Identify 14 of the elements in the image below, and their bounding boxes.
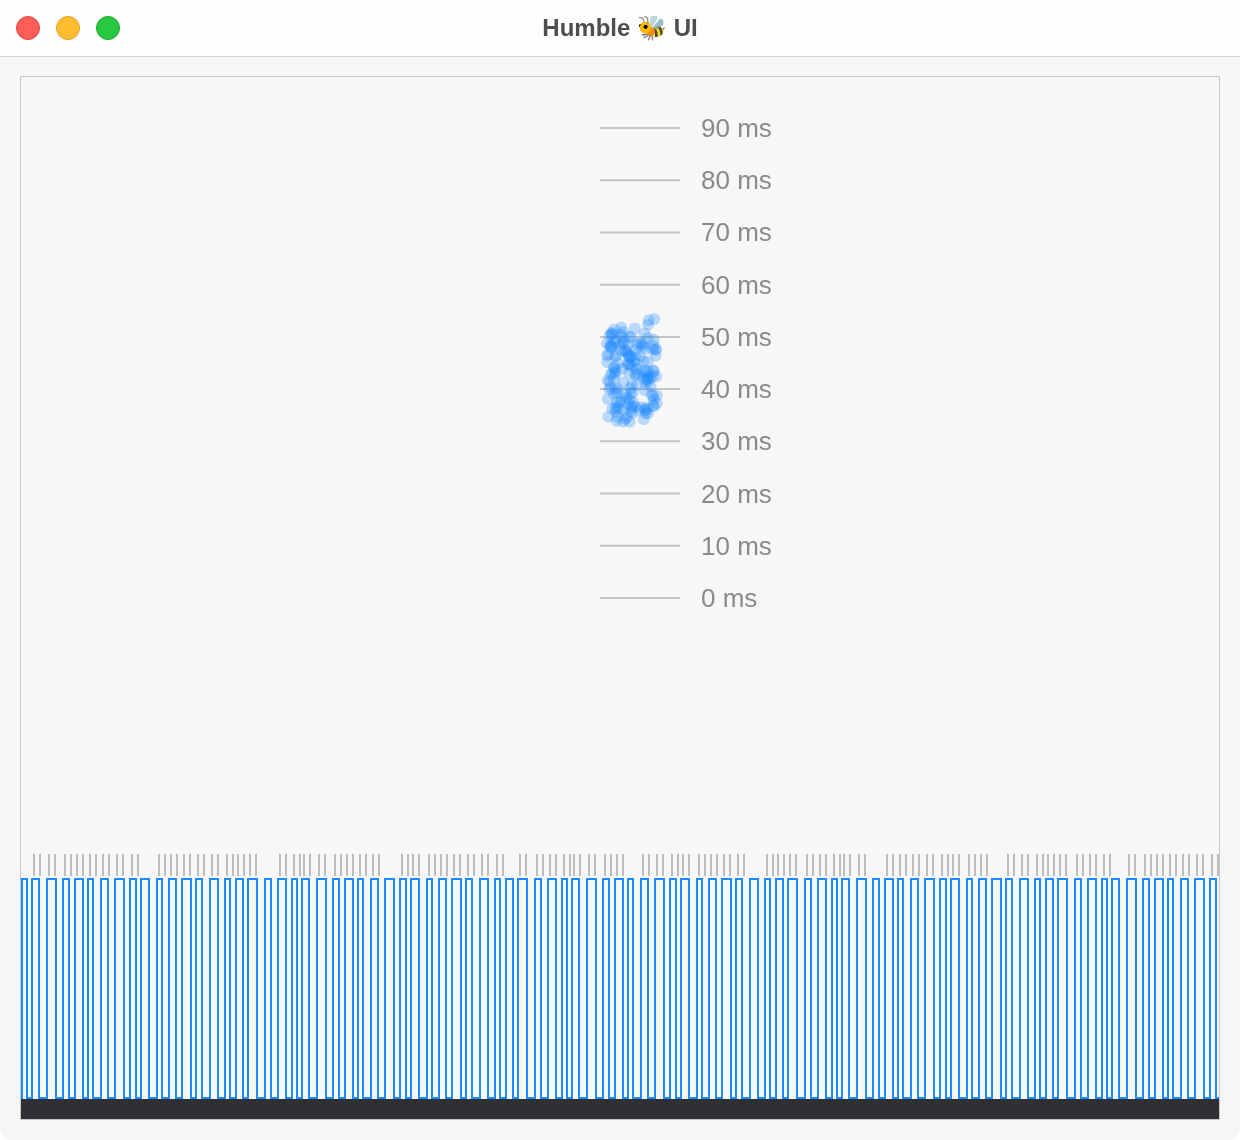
axis-label: 20 ms bbox=[701, 478, 772, 509]
window-title: Humble 🐝 UI bbox=[542, 14, 698, 42]
axis-label: 90 ms bbox=[701, 113, 772, 143]
close-button[interactable] bbox=[16, 16, 40, 40]
axis-label: 0 ms bbox=[701, 583, 758, 613]
zoom-button[interactable] bbox=[96, 16, 120, 40]
axis-label: 60 ms bbox=[701, 269, 772, 300]
minimize-button[interactable] bbox=[56, 16, 80, 40]
axis-label: 70 ms bbox=[701, 217, 772, 248]
axis-label: 30 ms bbox=[701, 426, 772, 457]
axis-label: 50 ms bbox=[701, 321, 772, 352]
axis-label: 80 ms bbox=[701, 165, 772, 196]
axis-label: 40 ms bbox=[701, 374, 772, 405]
axis-label: 10 ms bbox=[701, 530, 772, 561]
